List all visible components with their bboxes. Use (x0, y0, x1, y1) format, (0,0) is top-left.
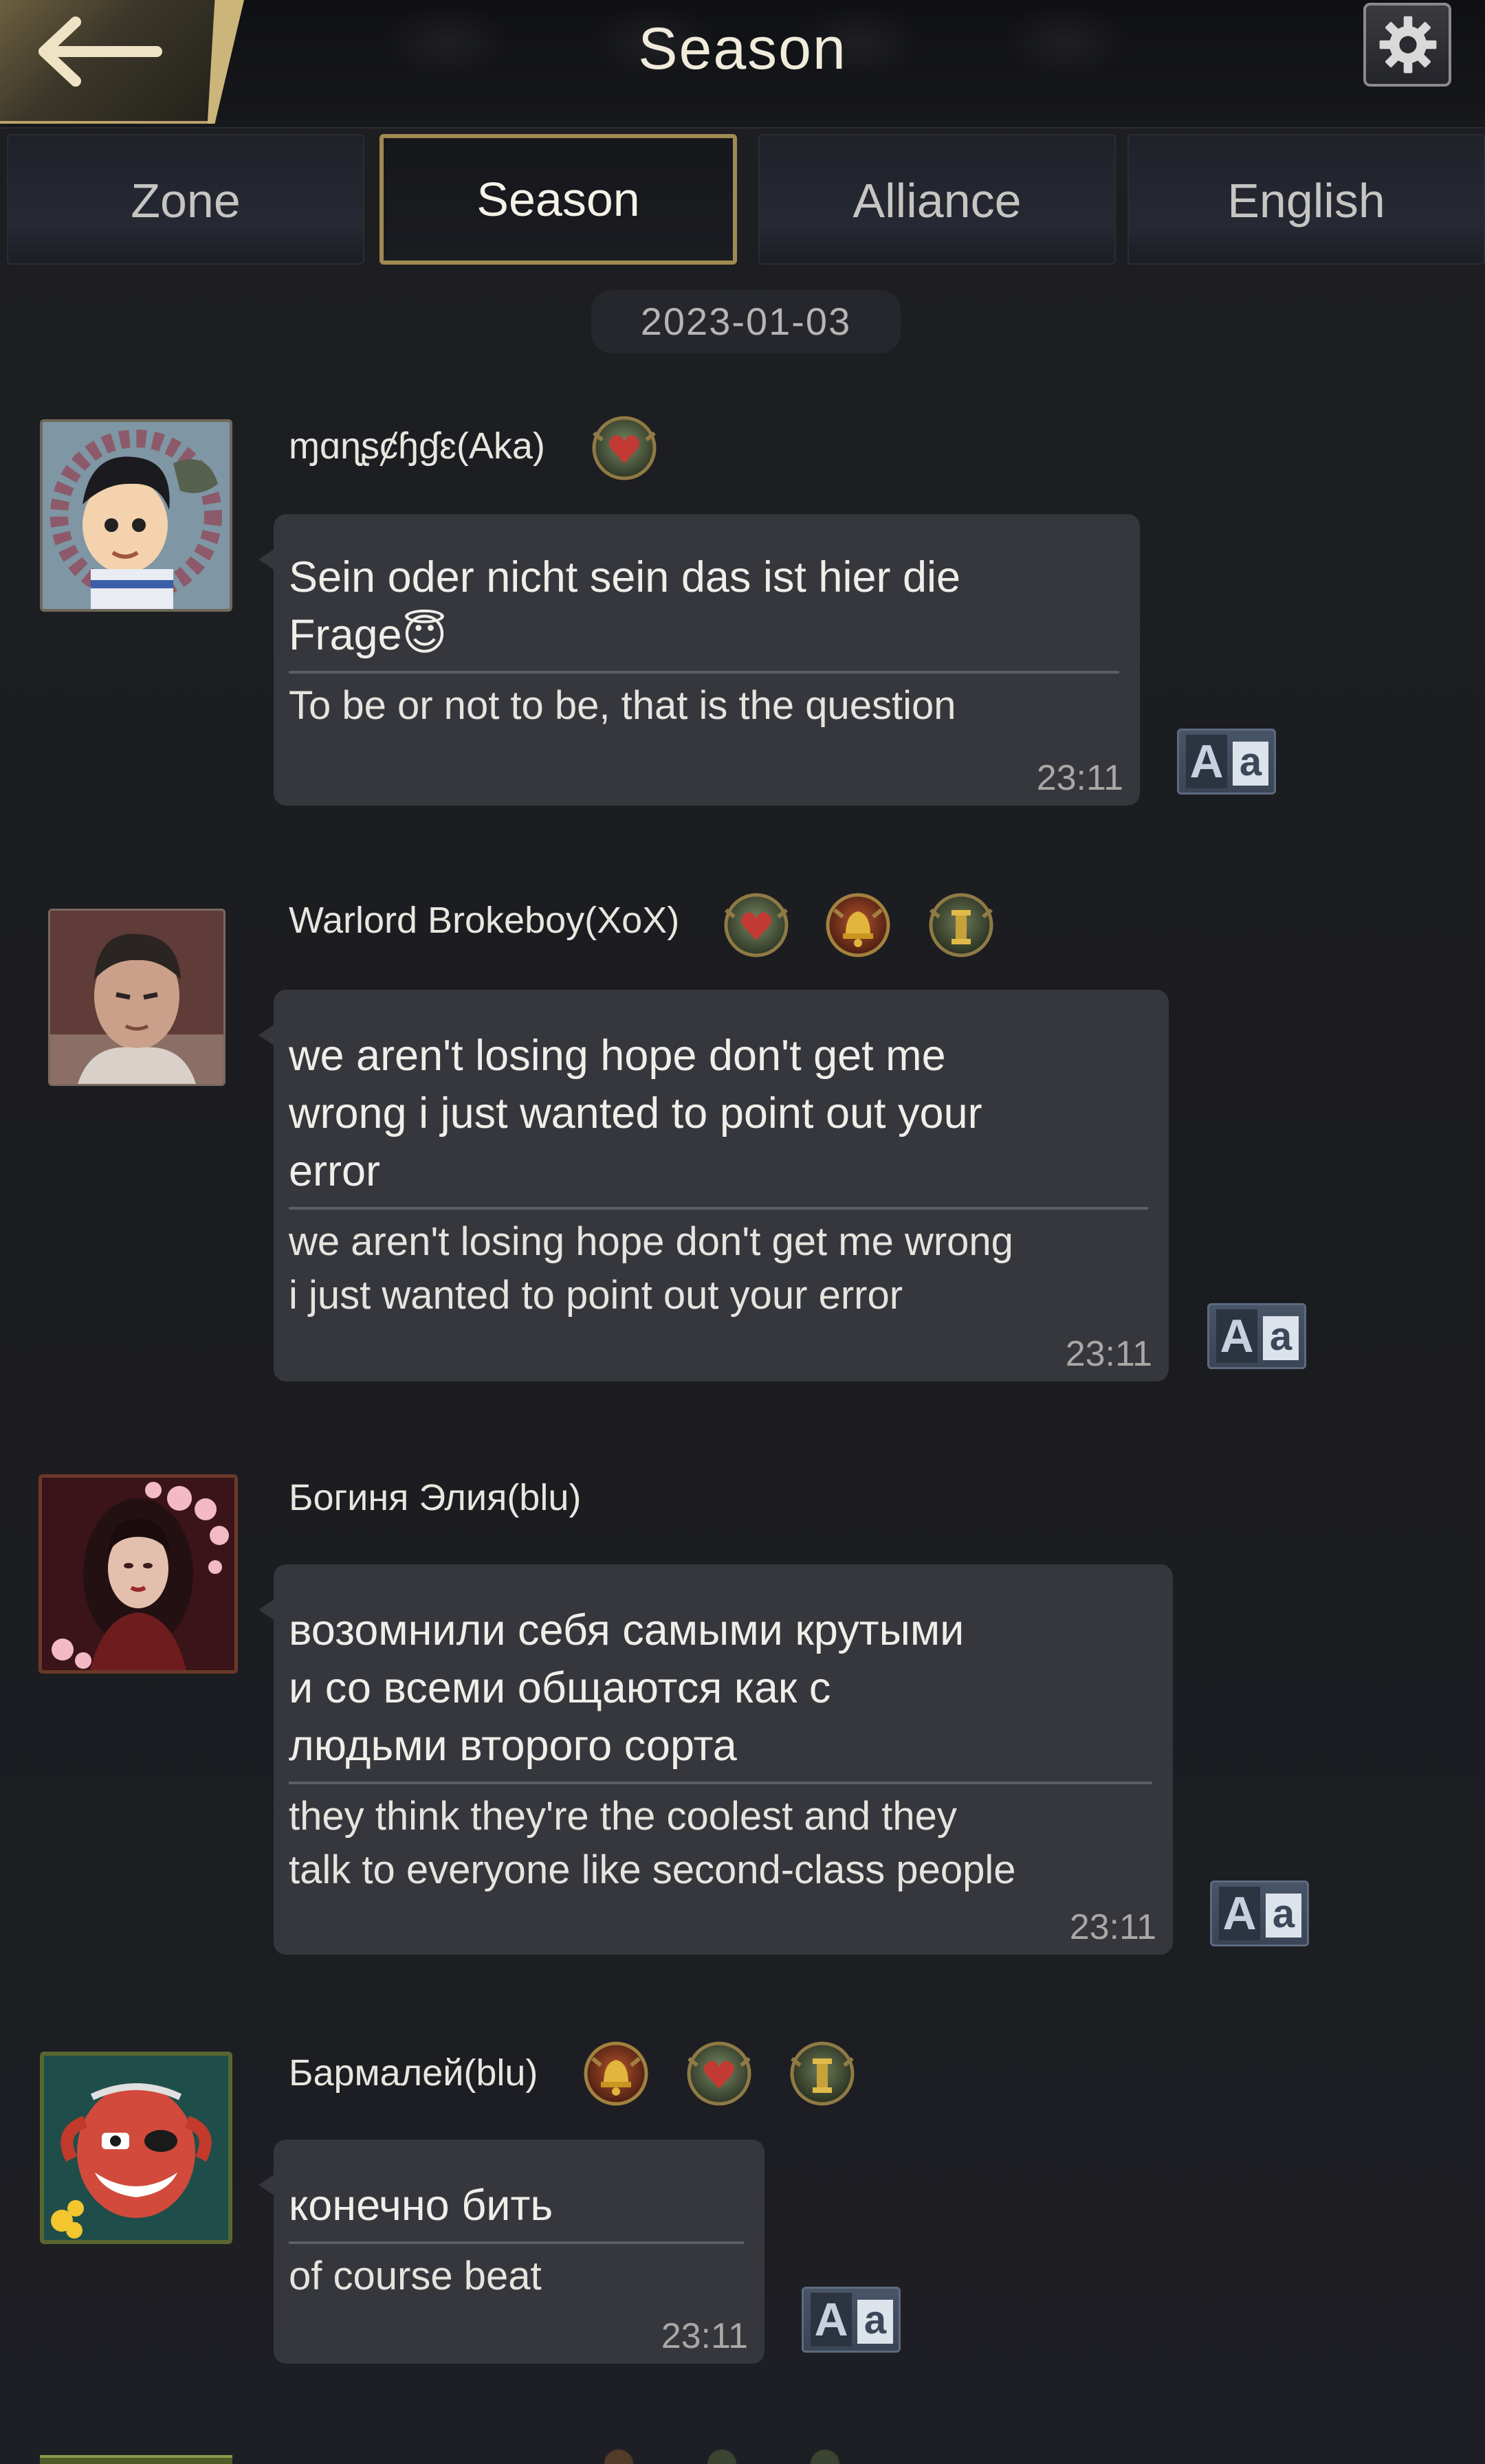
translate-big-letter: A (1219, 1887, 1260, 1940)
bell-badge-icon (584, 2041, 648, 2106)
translation-divider (289, 1782, 1152, 1784)
channel-tabs: Zone Season Alliance English (7, 134, 1485, 265)
tab-zone[interactable]: Zone (7, 134, 364, 265)
avatar-image (42, 1478, 234, 1670)
translated-text: of course beat (289, 2254, 542, 2298)
message-bubble[interactable]: Sein oder nicht sein das ist hier die Fr… (258, 514, 1140, 806)
translate-small-letter: a (1266, 1894, 1301, 1938)
heart-badge-icon (687, 2041, 751, 2106)
avatar-image (50, 911, 223, 1084)
tower-badge-icon (929, 893, 993, 957)
heart-badge-icon (592, 416, 657, 480)
avatar-image (44, 2056, 228, 2240)
top-bar: Season (0, 0, 1485, 129)
translated-text: we aren't losing hope don't get me wrong… (289, 1219, 1013, 1318)
next-message-badges-partial (591, 2447, 866, 2464)
translation-divider (289, 2241, 744, 2244)
translate-button[interactable]: A a (1210, 1880, 1309, 1946)
heart-badge-icon (724, 893, 789, 957)
next-message-avatar-partial (40, 2455, 232, 2464)
message-time: 23:11 (1065, 1334, 1152, 1374)
settings-button[interactable] (1363, 3, 1451, 87)
username[interactable]: Богиня Элия(blu) (289, 1476, 581, 1519)
avatar-image (43, 422, 230, 609)
translate-small-letter: a (1263, 1316, 1299, 1360)
translate-big-letter: A (1216, 1309, 1257, 1363)
original-text: we aren't losing hope don't get me wrong… (289, 1032, 982, 1195)
avatar[interactable] (38, 1474, 238, 1674)
avatar[interactable] (40, 2052, 232, 2244)
translated-text: To be or not to be, that is the question (289, 683, 956, 728)
message-bubble[interactable]: we aren't losing hope don't get me wrong… (258, 990, 1169, 1381)
message-bubble[interactable]: конечно бить of course beat 23:11 (258, 2140, 764, 2364)
translate-big-letter: A (811, 2293, 852, 2346)
gear-icon (1379, 16, 1437, 74)
translation-divider (289, 1207, 1148, 1210)
avatar[interactable] (48, 909, 226, 1086)
translation-divider (289, 671, 1119, 674)
message-time: 23:11 (1069, 1907, 1156, 1947)
page-title: Season (638, 16, 847, 82)
original-text: возомнили себя самыми крутыми и со всеми… (289, 1606, 965, 1770)
translate-small-letter: a (857, 2300, 893, 2344)
chat-screen: Season Zone Season Alliance English 2023… (0, 0, 1485, 2464)
translate-small-letter: a (1233, 742, 1268, 786)
translate-button[interactable]: A a (1177, 729, 1276, 795)
tower-badge-icon (790, 2041, 855, 2106)
bell-badge-icon (826, 893, 890, 957)
translate-big-letter: A (1186, 735, 1227, 788)
avatar[interactable] (40, 419, 232, 612)
message-time: 23:11 (1036, 758, 1123, 798)
message-time: 23:11 (661, 2316, 748, 2356)
original-text: конечно бить (289, 2182, 553, 2230)
tab-english[interactable]: English (1128, 134, 1485, 265)
translate-button[interactable]: A a (802, 2287, 901, 2353)
date-separator: 2023-01-03 (591, 290, 901, 353)
message-bubble[interactable]: возомнили себя самыми крутыми и со всеми… (258, 1564, 1173, 1955)
translated-text: they think they're the coolest and they … (289, 1794, 1016, 1892)
tab-alliance[interactable]: Alliance (758, 134, 1116, 265)
original-text: Sein oder nicht sein das ist hier die Fr… (289, 553, 961, 659)
username[interactable]: Бармалей(blu) (289, 2052, 538, 2094)
tab-season[interactable]: Season (380, 134, 737, 265)
translate-button[interactable]: A a (1207, 1303, 1306, 1369)
username[interactable]: ɱɑɳʂȼɧɠɛ(Aka) (289, 425, 545, 467)
username[interactable]: Warlord Brokeboy(XoX) (289, 899, 679, 942)
